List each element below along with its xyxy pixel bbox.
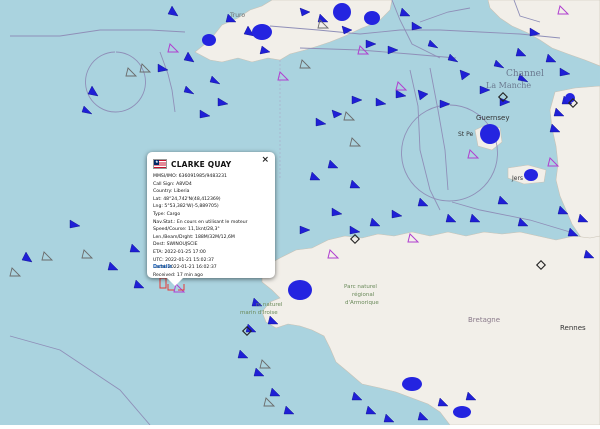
field-value: 636091985/9483231 (178, 174, 227, 179)
map-label-st-peter-port: St Pe (458, 131, 473, 138)
vessel-field-row: Len./Beam/Drght: 188M/32M/12,6M (153, 234, 271, 242)
field-value: 17 min ago (176, 272, 203, 278)
vessel-field-row: Nav.Stat.: En cours en utilisant le mote… (153, 219, 271, 227)
vessel-field-row: Lat: 48°24,742'N(48,412369) (153, 196, 271, 204)
field-value: 2022-01-21 16:02:37 (167, 265, 217, 271)
field-label: ETA: (153, 249, 163, 255)
ship-name: CLARKE QUAY (171, 159, 232, 169)
field-value: 5°53,382'W(-5,889705) (164, 204, 219, 210)
map-canvas[interactable]: Truro Guernsey St Pe Jers Channel La Man… (0, 0, 600, 426)
field-label: Country: (153, 189, 173, 195)
field-label: Received: (153, 272, 176, 278)
field-label: UTC: (153, 257, 164, 263)
vessel-field-row: MMSI/IMO: 636091985/9483231 (153, 173, 271, 181)
vessel-field-row: Country: Liberia (153, 188, 271, 196)
map-label-bretagne: Bretagne (468, 316, 500, 324)
field-value: A8VD4 (176, 181, 192, 187)
vessel-field-row: UTC: 2022-01-21 15:02:37 (153, 257, 271, 265)
map-label-park-2: régional (352, 291, 375, 298)
field-label: Dest: (153, 242, 166, 248)
map-label-park-1: Parc naturel (344, 284, 377, 290)
vessel-field-row: ETA: 2022-01-25 17:00 (153, 249, 271, 257)
field-label: Nav.Stat.: (153, 219, 176, 225)
field-label: Len./Beam/Drght: (153, 234, 194, 240)
vessel-field-row: Speed/Course: 11,1knt/28,3° (153, 226, 271, 234)
close-icon[interactable]: × (261, 155, 269, 165)
field-value: Cargo (166, 211, 181, 217)
vessel-field-row: Type: Cargo (153, 211, 271, 219)
popup-pointer (167, 278, 183, 286)
field-value: 188M/32M/12,6M (195, 234, 235, 240)
field-label: Lat: (153, 196, 162, 202)
field-label: MMSI/IMO: (153, 174, 178, 179)
map-viewport[interactable]: Truro Guernsey St Pe Jers Channel La Man… (0, 0, 600, 426)
field-label: Lng: (153, 204, 163, 210)
field-value: SWINOUJSCIE (166, 242, 198, 248)
details-link[interactable]: Details (153, 265, 172, 270)
field-value: 2022-01-21 15:02:37 (165, 257, 214, 263)
field-value: Liberia (173, 189, 190, 195)
map-label-park-3: d'Armorique (345, 300, 379, 306)
map-label-marine-1: rc naturel (256, 302, 283, 308)
field-value: 11,1knt/28,3° (188, 227, 220, 233)
map-label-la-manche: La Manche (486, 81, 531, 90)
field-label: Call Sign: (153, 181, 175, 187)
vessel-details-list: MMSI/IMO: 636091985/9483231 Call Sign: A8… (153, 173, 271, 279)
map-label-marine-2: marin d'Iroise (240, 310, 278, 316)
field-value: 48°24,742'N(48,412369) (163, 196, 221, 202)
field-label: Type: (153, 211, 166, 217)
map-label-jersey: Jers (511, 175, 523, 182)
map-label-rennes: Rennes (560, 324, 586, 332)
vessel-field-row: Dest: SWINOUJSCIE (153, 241, 271, 249)
field-value: En cours en utilisant le moteur (176, 219, 248, 225)
vessel-info-popup[interactable]: × ★ CLARKE QUAY MMSI/IMO: 636091985/9483… (147, 152, 275, 286)
field-label: Speed/Course: (153, 227, 187, 233)
map-label-guernsey: Guernsey (476, 114, 509, 122)
field-value: 2022-01-25 17:00 (164, 249, 206, 255)
vessel-field-row: Call Sign: A8VD4 (153, 181, 271, 189)
vessel-field-row: Lng: 5°53,382'W(-5,889705) (153, 203, 271, 211)
map-label-channel: Channel (506, 69, 544, 79)
liberia-flag-icon: ★ (153, 159, 167, 169)
map-label-truro: Truro (229, 12, 245, 19)
popup-header: ★ CLARKE QUAY (153, 159, 231, 169)
